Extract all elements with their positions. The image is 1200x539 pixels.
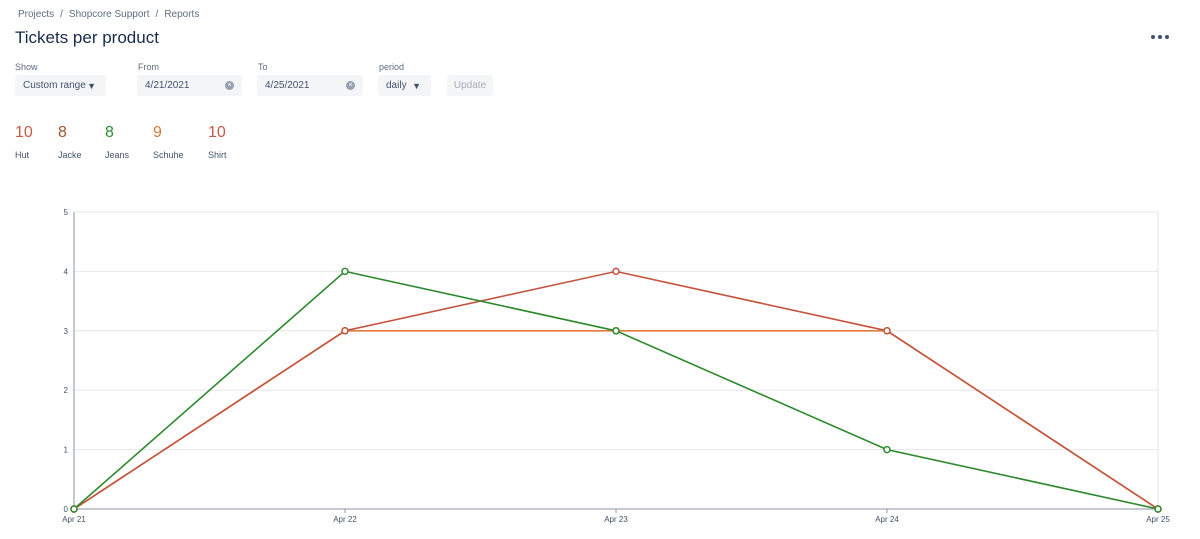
- y-tick-label: 0: [64, 505, 69, 514]
- y-tick-label: 1: [64, 446, 69, 455]
- x-tick-label: Apr 24: [875, 515, 899, 524]
- tickets-line-chart: 0 1 2 3 4 5 Apr 21 Apr 22 Apr 23 Apr 24 Apr 25: [62, 208, 1170, 524]
- data-point: [883, 445, 891, 454]
- data-point: [612, 267, 620, 276]
- data-point: [883, 327, 891, 335]
- x-tick-label: Apr 21: [62, 515, 86, 524]
- y-tick-label: 5: [64, 208, 69, 217]
- data-point: [70, 505, 78, 513]
- y-tick-label: 4: [64, 267, 69, 276]
- data-point: [341, 267, 349, 276]
- x-tick-label: Apr 22: [333, 515, 357, 524]
- series-line-0: [73, 329, 1159, 510]
- data-point: [612, 327, 620, 335]
- x-tick-label: Apr 25: [1146, 515, 1170, 524]
- data-point: [341, 327, 349, 335]
- y-tick-label: 2: [64, 386, 69, 395]
- x-tick-label: Apr 23: [604, 515, 628, 524]
- y-tick-label: 3: [64, 327, 69, 336]
- data-point: [1154, 505, 1162, 513]
